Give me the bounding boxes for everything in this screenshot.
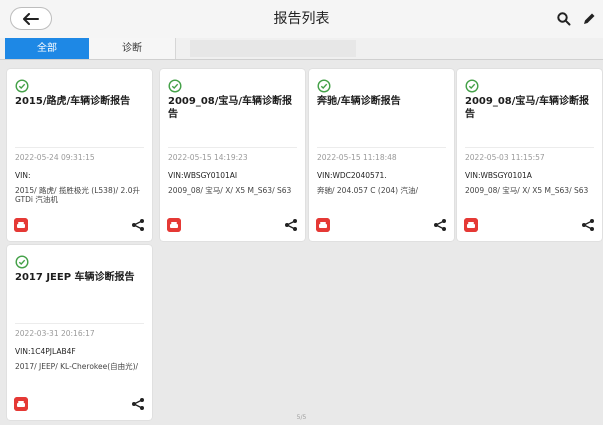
- report-vehicle: 2009_08/ 宝马/ X/ X5 M_S63/ S63: [465, 186, 589, 195]
- car-report-icon[interactable]: [464, 218, 478, 232]
- report-title: 2017 JEEP 车辆诊断报告: [15, 272, 135, 283]
- share-icon[interactable]: [284, 218, 298, 232]
- car-report-icon[interactable]: [14, 397, 28, 411]
- report-date: 2022-05-15 11:18:48: [317, 153, 397, 162]
- report-date: 2022-05-15 14:19:23: [168, 153, 248, 162]
- check-circle-icon: [317, 79, 331, 93]
- car-report-icon[interactable]: [316, 218, 330, 232]
- share-icon[interactable]: [131, 218, 145, 232]
- report-vehicle: 2009_08/ 宝马/ X/ X5 M_S63/ S63: [168, 186, 292, 195]
- report-vin: VIN:: [15, 171, 31, 180]
- car-report-icon[interactable]: [167, 218, 181, 232]
- report-vin: VIN:WDC2040571.: [317, 171, 387, 180]
- report-date: 2022-03-31 20:16:17: [15, 329, 95, 338]
- report-title: 2009_08/宝马/车辆诊断报告: [168, 96, 293, 120]
- report-vin: VIN:1C4PJLAB4F: [15, 347, 76, 356]
- car-report-icon[interactable]: [14, 218, 28, 232]
- divider: [317, 147, 446, 148]
- divider: [168, 147, 297, 148]
- report-grid: 2015/路虎/车辆诊断报告 2022-05-24 09:31:15 VIN: …: [0, 0, 603, 425]
- share-icon[interactable]: [581, 218, 595, 232]
- report-vehicle: 奔驰/ 204.057 C (204) 汽油/: [317, 186, 419, 195]
- report-title: 奔驰/车辆诊断报告: [317, 96, 401, 107]
- report-card[interactable]: 2009_08/宝马/车辆诊断报告 2022-05-03 11:15:57 VI…: [457, 69, 602, 241]
- report-vin: VIN:WBSGY0101AI: [168, 171, 238, 180]
- report-vehicle: 2017/ JEEP/ KL-Cherokee(自由光)/: [15, 362, 139, 371]
- divider: [15, 323, 144, 324]
- report-title: 2009_08/宝马/车辆诊断报告: [465, 96, 590, 120]
- report-date: 2022-05-03 11:15:57: [465, 153, 545, 162]
- report-card[interactable]: 2017 JEEP 车辆诊断报告 2022-03-31 20:16:17 VIN…: [7, 245, 152, 420]
- page-indicator: 5/5: [296, 414, 307, 421]
- report-card[interactable]: 奔驰/车辆诊断报告 2022-05-15 11:18:48 VIN:WDC204…: [309, 69, 454, 241]
- report-date: 2022-05-24 09:31:15: [15, 153, 95, 162]
- check-circle-icon: [465, 79, 479, 93]
- report-title: 2015/路虎/车辆诊断报告: [15, 96, 131, 107]
- divider: [465, 147, 594, 148]
- report-vin: VIN:WBSGY0101A: [465, 171, 532, 180]
- check-circle-icon: [168, 79, 182, 93]
- share-icon[interactable]: [433, 218, 447, 232]
- report-vehicle: 2015/ 路虎/ 揽胜极光 (L538)/ 2.0升 GTDi 汽油机: [15, 186, 140, 204]
- check-circle-icon: [15, 255, 29, 269]
- divider: [15, 147, 144, 148]
- check-circle-icon: [15, 79, 29, 93]
- share-icon[interactable]: [131, 397, 145, 411]
- report-card[interactable]: 2009_08/宝马/车辆诊断报告 2022-05-15 14:19:23 VI…: [160, 69, 305, 241]
- report-card[interactable]: 2015/路虎/车辆诊断报告 2022-05-24 09:31:15 VIN: …: [7, 69, 152, 241]
